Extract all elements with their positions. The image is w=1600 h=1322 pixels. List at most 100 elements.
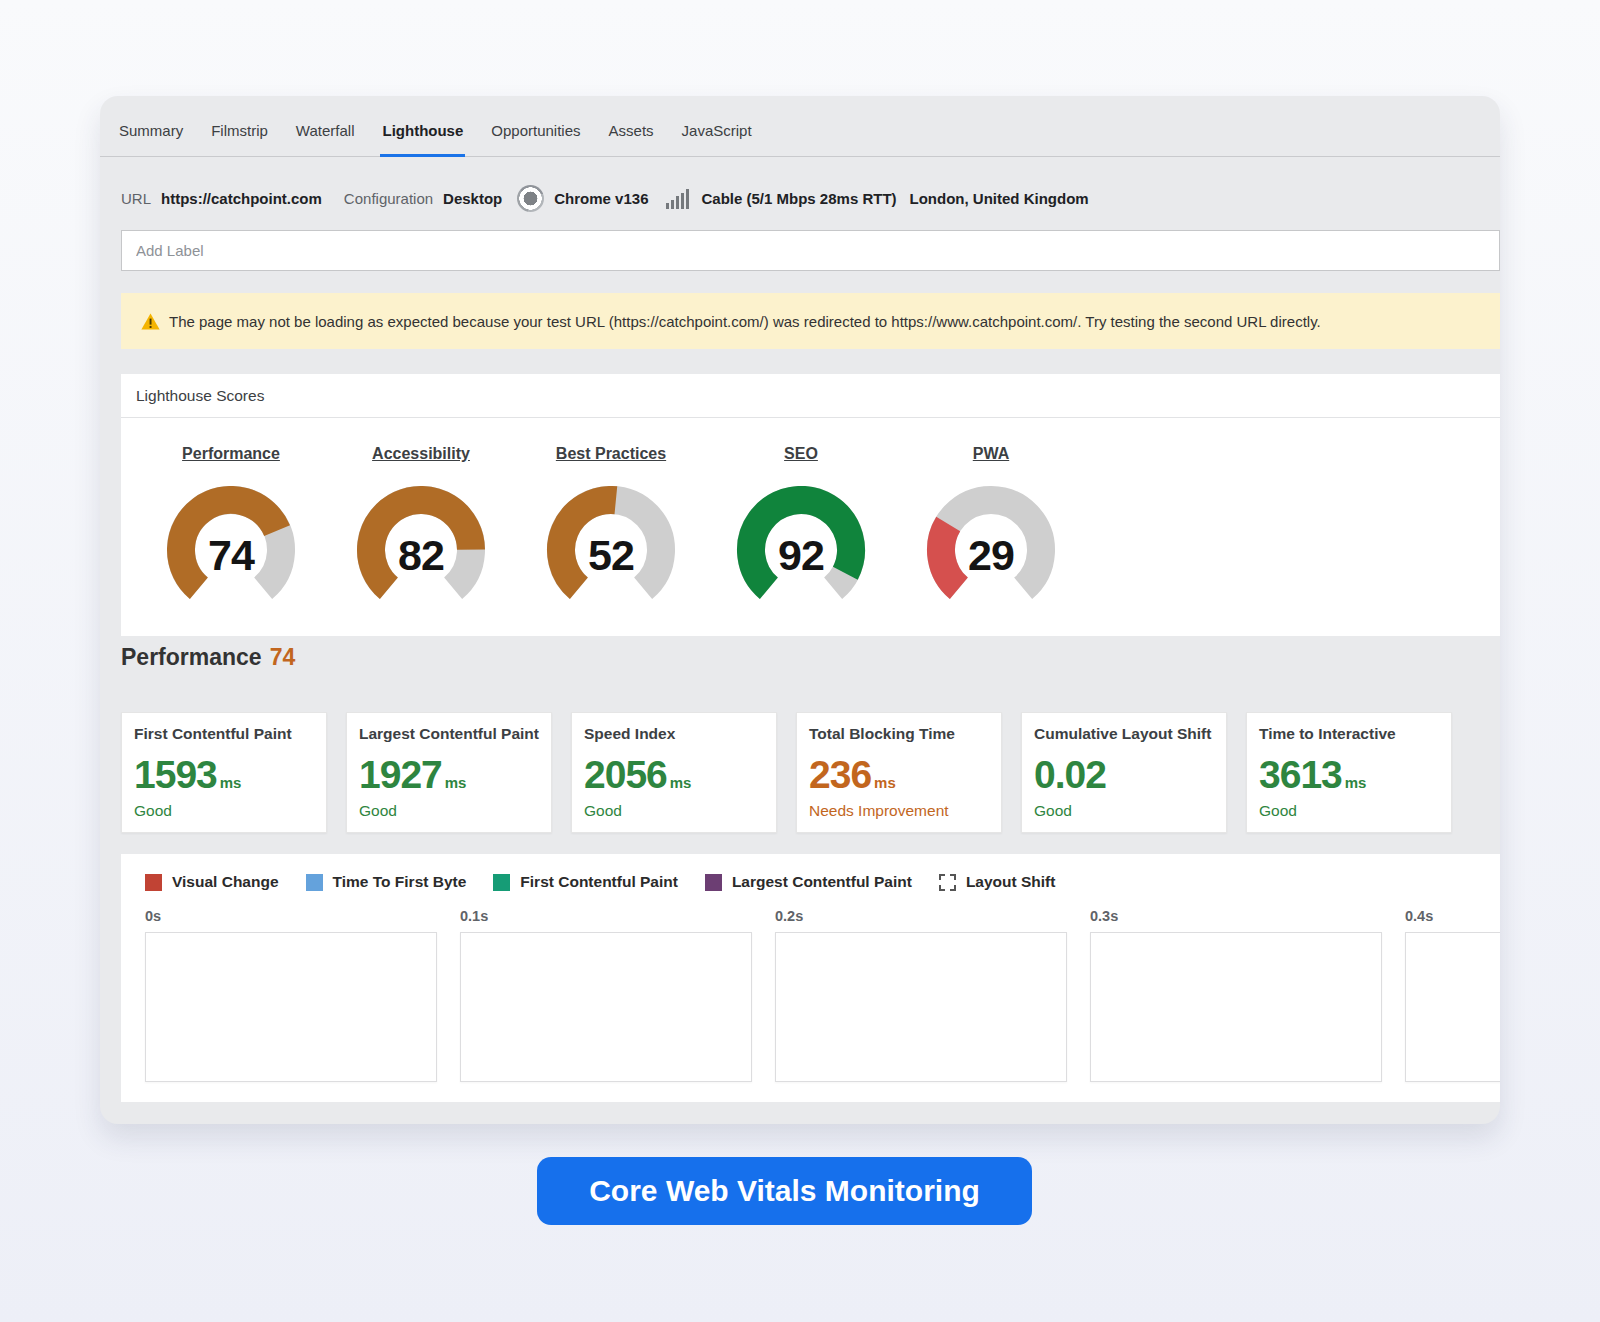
- metric-value-number: 0.02: [1034, 753, 1106, 796]
- connection-speed: Cable (5/1 Mbps 28ms RTT): [702, 190, 897, 207]
- metric-value: 1927ms: [359, 755, 539, 794]
- performance-title-text: Performance: [121, 644, 262, 670]
- warning-text: The page may not be loading as expected …: [169, 313, 1321, 330]
- metric-status: Good: [1259, 802, 1439, 820]
- metric-value: 1593ms: [134, 755, 314, 794]
- metric-name: Largest Contentful Paint: [359, 725, 539, 743]
- legend-item-layout-shift: Layout Shift: [939, 873, 1056, 891]
- url-label: URL: [121, 190, 151, 207]
- test-url: https://catchpoint.com: [161, 190, 322, 207]
- legend-swatch-layout-shift: [939, 874, 956, 891]
- filmstrip-panel: Visual Change Time To First Byte First Con…: [121, 854, 1500, 1102]
- gauge-label-pwa[interactable]: PWA: [973, 444, 1009, 463]
- tab-bar: SummaryFilmstripWaterfallLighthouseOppor…: [100, 96, 1500, 157]
- gauge-seo: SEO 92: [735, 444, 867, 604]
- metric-name: Time to Interactive: [1259, 725, 1439, 743]
- filmstrip-frame-0.1s: 0.1s: [460, 908, 752, 1082]
- tab-assets[interactable]: Assets: [595, 105, 668, 157]
- filmstrip-legend: Visual Change Time To First Byte First Con…: [145, 873, 1055, 891]
- tab-waterfall[interactable]: Waterfall: [282, 105, 369, 157]
- legend-label: First Contentful Paint: [520, 873, 678, 891]
- frame-screenshot-box: [145, 932, 437, 1082]
- gauge-dial-accessibility: 82: [355, 486, 487, 604]
- gauge-best-practices: Best Practices 52: [545, 444, 677, 604]
- gauge-label-best-practices[interactable]: Best Practices: [556, 444, 666, 463]
- lighthouse-scores-title: Lighthouse Scores: [121, 374, 1500, 418]
- metric-value-number: 2056: [584, 753, 667, 796]
- metric-name: Cumulative Layout Shift: [1034, 725, 1214, 743]
- tab-javascript[interactable]: JavaScript: [668, 105, 766, 157]
- tab-opportunities[interactable]: Opportunities: [477, 105, 594, 157]
- filmstrip-frame-0.2s: 0.2s: [775, 908, 1067, 1082]
- metric-card-cumulative-layout-shift: Cumulative Layout Shift 0.02 Good: [1021, 712, 1227, 833]
- metric-value-unit: ms: [1345, 774, 1367, 791]
- legend-item-first-contentful-paint: First Contentful Paint: [493, 873, 678, 891]
- legend-swatch-time-to-first-byte: [306, 874, 323, 891]
- gauge-pwa: PWA 29: [925, 444, 1057, 604]
- legend-swatch-largest-contentful-paint: [705, 874, 722, 891]
- test-config-row: URL https://catchpoint.com Configuration…: [100, 158, 1500, 229]
- redirect-warning-banner: The page may not be loading as expected …: [121, 293, 1500, 349]
- filmstrip-frames: 0s 0.1s 0.2s 0.3s 0.4s: [145, 908, 1500, 1082]
- metric-value-unit: ms: [220, 774, 242, 791]
- frame-time-label: 0.4s: [1405, 908, 1500, 924]
- gauge-dial-performance: 74: [165, 486, 297, 604]
- metric-value-unit: ms: [874, 774, 896, 791]
- gauge-label-accessibility[interactable]: Accessibility: [372, 444, 470, 463]
- frame-time-label: 0.3s: [1090, 908, 1382, 924]
- browser-version: Chrome v136: [554, 190, 648, 207]
- gauge-value-performance: 74: [165, 532, 297, 579]
- metric-cards-row: First Contentful Paint1593msGoodLargest …: [121, 712, 1452, 833]
- legend-swatch-first-contentful-paint: [493, 874, 510, 891]
- metric-value-number: 236: [809, 753, 871, 796]
- score-gauges: Performance 74 Accessibility 82 Best Practic…: [121, 418, 1500, 604]
- metric-status: Needs Improvement: [809, 802, 989, 820]
- gauge-dial-seo: 92: [735, 486, 867, 604]
- gauge-value-best-practices: 52: [545, 532, 677, 579]
- test-result-card: SummaryFilmstripWaterfallLighthouseOppor…: [100, 96, 1500, 1124]
- metric-value-number: 1927: [359, 753, 442, 796]
- metric-name: First Contentful Paint: [134, 725, 314, 743]
- metric-card-first-contentful-paint: First Contentful Paint 1593ms Good: [121, 712, 327, 833]
- metric-value-number: 3613: [1259, 753, 1342, 796]
- metric-value: 3613ms: [1259, 755, 1439, 794]
- legend-item-largest-contentful-paint: Largest Contentful Paint: [705, 873, 912, 891]
- lighthouse-scores-panel: Lighthouse Scores Performance 74 Accessibi…: [121, 374, 1500, 636]
- warning-icon: [141, 313, 160, 330]
- tab-lighthouse[interactable]: Lighthouse: [368, 105, 477, 157]
- metric-card-speed-index: Speed Index2056msGood: [571, 712, 777, 833]
- gauge-label-performance[interactable]: Performance: [182, 444, 280, 463]
- metric-card-time-to-interactive: Time to Interactive 3613ms Good: [1246, 712, 1452, 833]
- legend-label: Visual Change: [172, 873, 279, 891]
- add-label-input[interactable]: [121, 230, 1500, 271]
- gauge-dial-best-practices: 52: [545, 486, 677, 604]
- metric-status: Good: [584, 802, 764, 820]
- signal-bars-icon: [666, 188, 689, 209]
- configuration-value: Desktop: [443, 190, 502, 207]
- filmstrip-frame-0.3s: 0.3s: [1090, 908, 1382, 1082]
- legend-swatch-visual-change: [145, 874, 162, 891]
- gauge-performance: Performance 74: [165, 444, 297, 604]
- filmstrip-frame-0s: 0s: [145, 908, 437, 1082]
- metric-card-total-blocking-time: Total Blocking Time236msNeeds Improvemen…: [796, 712, 1002, 833]
- metric-value-number: 1593: [134, 753, 217, 796]
- performance-title-score: 74: [270, 644, 296, 670]
- metric-status: Good: [134, 802, 314, 820]
- gauge-value-pwa: 29: [925, 532, 1057, 579]
- chrome-icon: [517, 185, 544, 212]
- frame-time-label: 0.2s: [775, 908, 1067, 924]
- gauge-accessibility: Accessibility 82: [355, 444, 487, 604]
- frame-screenshot-box: [1090, 932, 1382, 1082]
- frame-time-label: 0s: [145, 908, 437, 924]
- metric-name: Speed Index: [584, 725, 764, 743]
- performance-section-title: Performance 74: [121, 644, 295, 671]
- frame-screenshot-box: [775, 932, 1067, 1082]
- gauge-label-seo[interactable]: SEO: [784, 444, 818, 463]
- metric-status: Good: [1034, 802, 1214, 820]
- legend-item-time-to-first-byte: Time To First Byte: [306, 873, 467, 891]
- tab-filmstrip[interactable]: Filmstrip: [197, 105, 282, 157]
- tab-summary[interactable]: Summary: [105, 105, 197, 157]
- filmstrip-frame-0.4s: 0.4s: [1405, 908, 1500, 1082]
- core-web-vitals-monitoring-button[interactable]: Core Web Vitals Monitoring: [537, 1157, 1032, 1225]
- gauge-dial-pwa: 29: [925, 486, 1057, 604]
